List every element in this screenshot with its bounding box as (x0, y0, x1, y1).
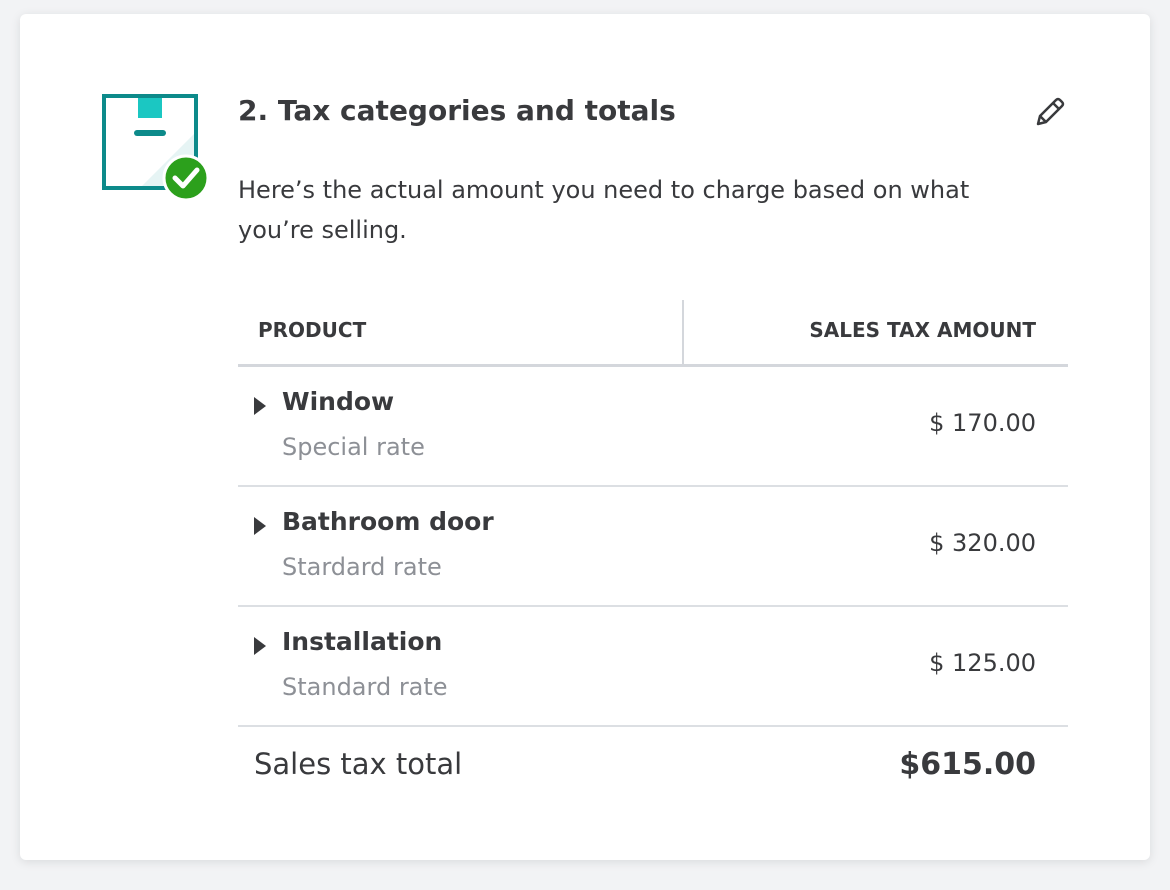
product-rate: Special rate (282, 433, 425, 461)
table-row[interactable]: Bathroom door Stardard rate $ 320.00 (238, 487, 1068, 607)
tax-categories-card: 2. Tax categories and totals Here’s the … (20, 14, 1150, 860)
product-tax-amount: $ 125.00 (929, 649, 1036, 677)
product-rate: Standard rate (282, 673, 448, 701)
table-row[interactable]: Window Special rate $ 170.00 (238, 367, 1068, 487)
column-header-sales-tax-amount: SALES TAX AMOUNT (809, 318, 1036, 342)
total-label: Sales tax total (254, 747, 463, 781)
product-rate: Stardard rate (282, 553, 442, 581)
product-tax-amount: $ 320.00 (929, 529, 1036, 557)
product-name: Installation (282, 627, 443, 656)
section-title: 2. Tax categories and totals (238, 94, 676, 127)
product-tax-amount: $ 170.00 (929, 409, 1036, 437)
total-row: Sales tax total $615.00 (238, 727, 1068, 809)
tax-table: PRODUCT SALES TAX AMOUNT Window Special … (238, 300, 1068, 809)
table-row[interactable]: Installation Standard rate $ 125.00 (238, 607, 1068, 727)
product-name: Window (282, 387, 395, 416)
caret-right-icon[interactable] (254, 517, 266, 535)
section-description: Here’s the actual amount you need to cha… (238, 176, 970, 244)
table-header: PRODUCT SALES TAX AMOUNT (238, 300, 1068, 367)
pencil-icon (1036, 97, 1065, 126)
caret-right-icon[interactable] (254, 637, 266, 655)
column-divider (682, 300, 684, 364)
column-header-product: PRODUCT (258, 318, 367, 342)
edit-button[interactable] (1030, 94, 1068, 132)
document-with-check-icon (102, 94, 208, 200)
caret-right-icon[interactable] (254, 397, 266, 415)
product-name: Bathroom door (282, 507, 494, 536)
total-value: $615.00 (899, 747, 1036, 782)
